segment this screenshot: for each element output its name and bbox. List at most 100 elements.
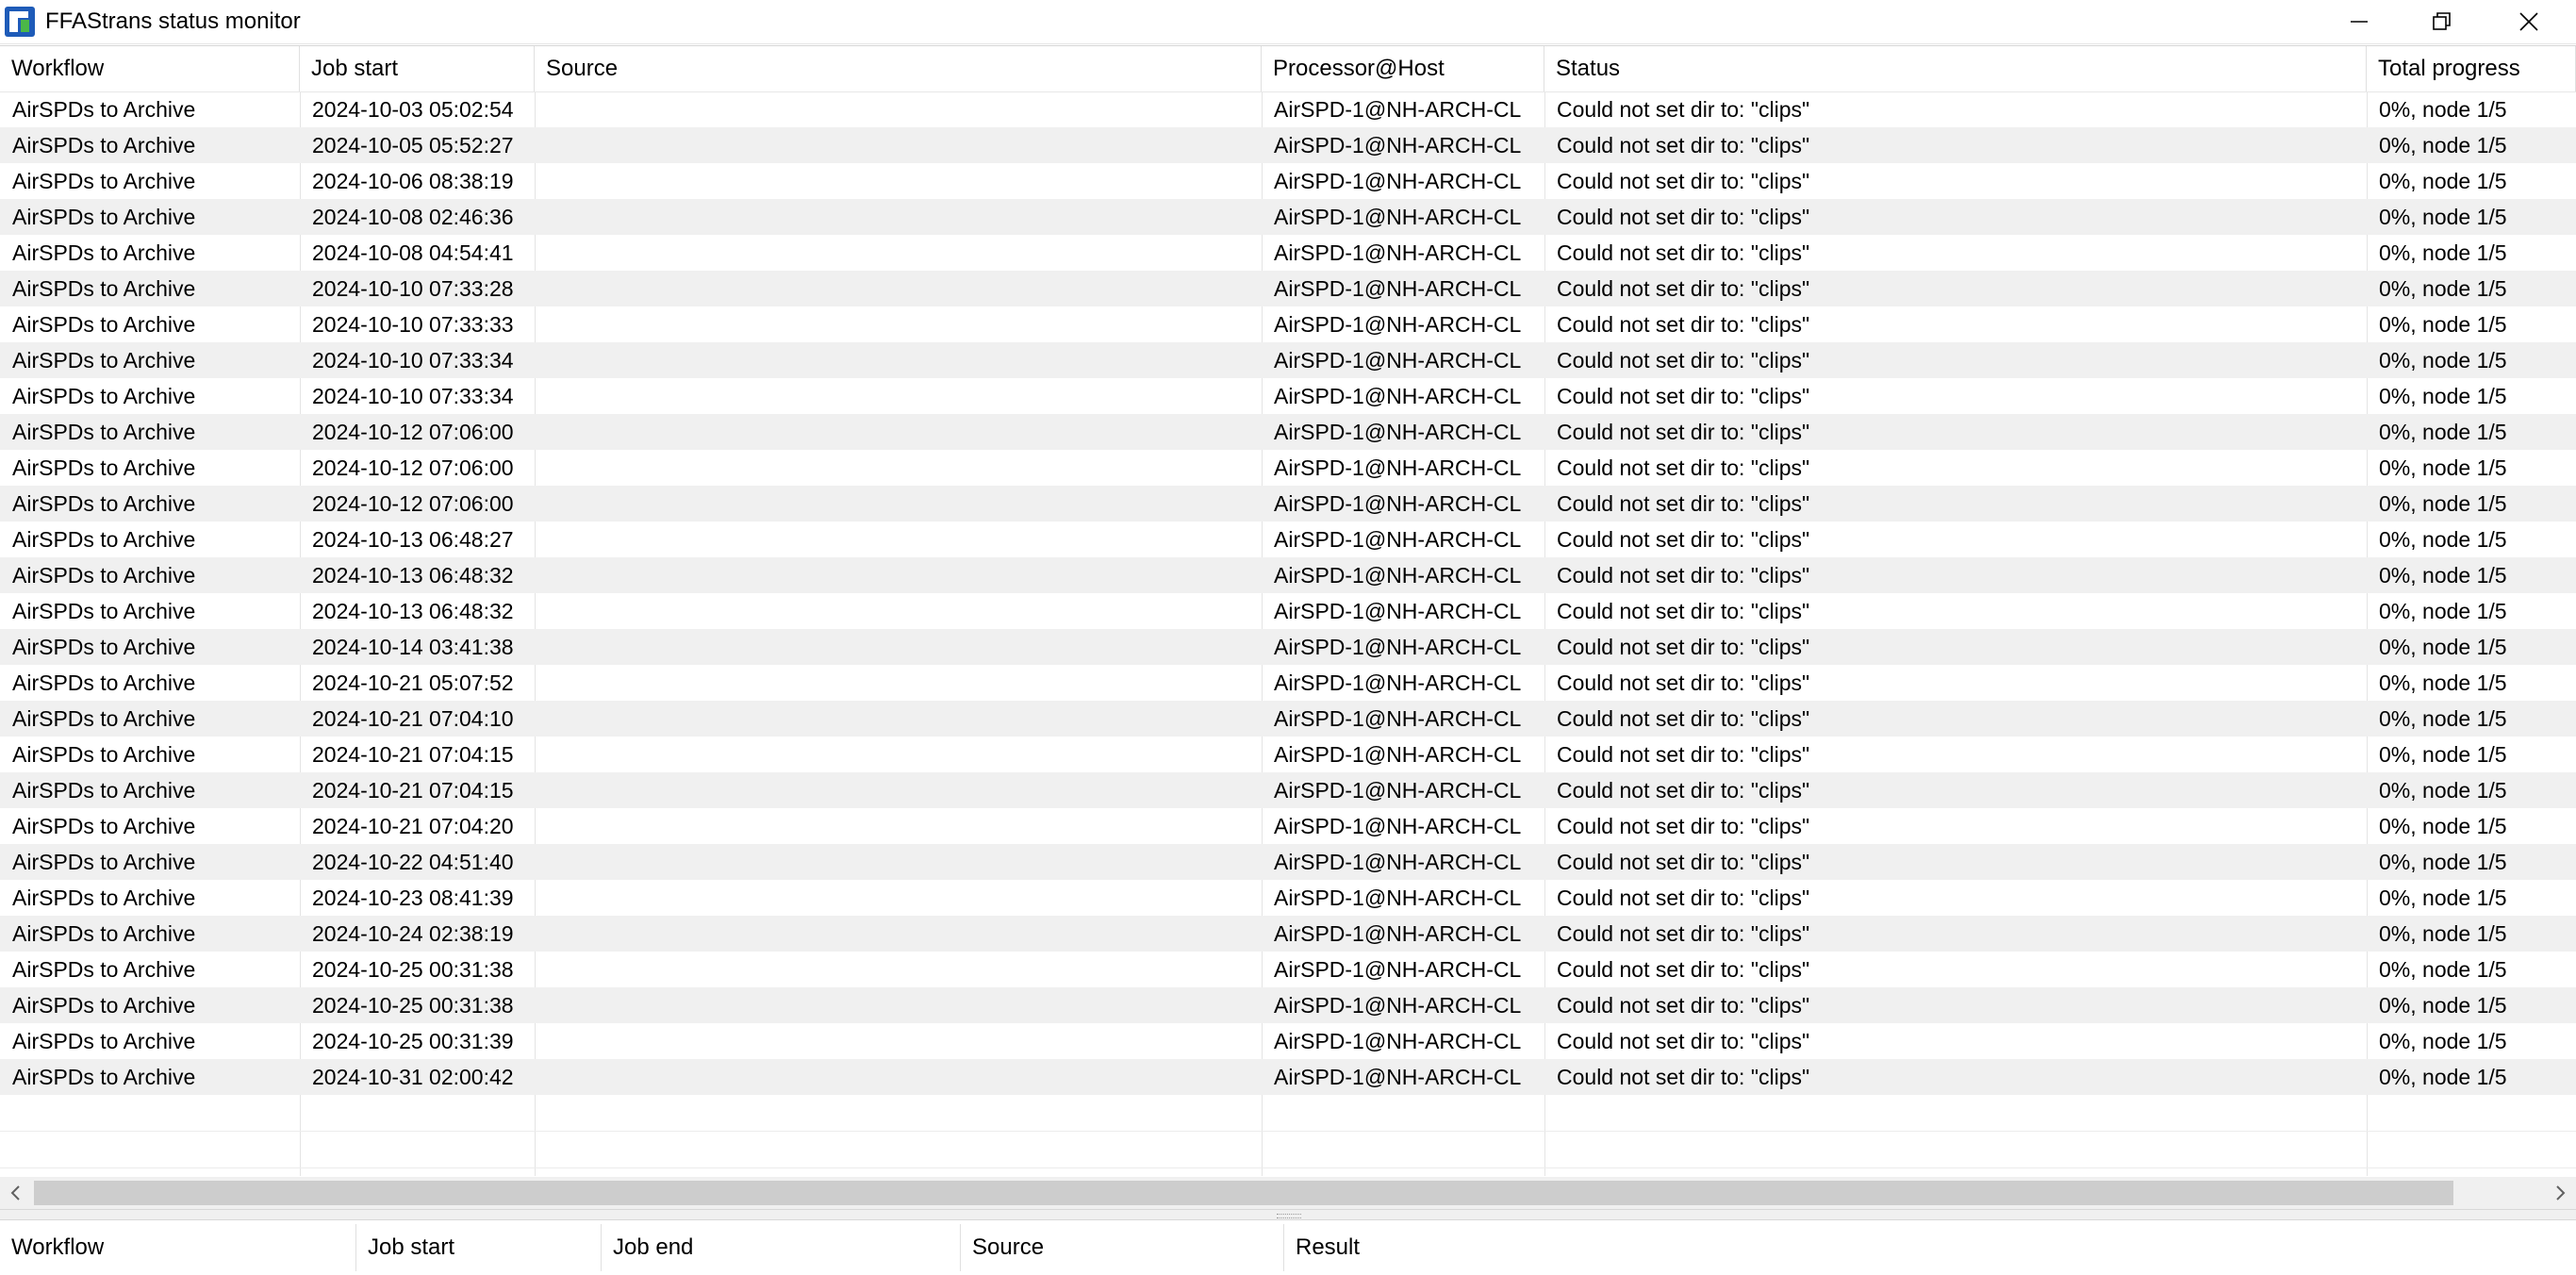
table-row[interactable]: AirSPDs to Archive 2024-10-22 04:51:40 Air… [0, 844, 2576, 880]
column-header-processor-host[interactable]: Processor@Host [1262, 46, 1544, 91]
table-row[interactable]: AirSPDs to Archive 2024-10-25 00:31:38 Air… [0, 952, 2576, 987]
splitter-grip[interactable] [1277, 1214, 1301, 1218]
cell-job-start: 2024-10-06 08:38:19 [312, 169, 514, 193]
table-row[interactable]: AirSPDs to Archive 2024-10-23 08:41:39 Air… [0, 880, 2576, 916]
table-row[interactable]: AirSPDs to Archive 2024-10-03 05:02:54 Air… [0, 91, 2576, 127]
cell-workflow: AirSPDs to Archive [12, 599, 196, 623]
cell-status: Could not set dir to: "clips" [1557, 133, 1810, 157]
cell-source [535, 737, 1262, 772]
table-row[interactable]: AirSPDs to Archive 2024-10-05 05:52:27 Air… [0, 127, 2576, 163]
history-header-result[interactable]: Result [1284, 1224, 2576, 1271]
cell-processor-host: AirSPD-1@NH-ARCH-CL [1274, 635, 1522, 659]
scroll-right-button[interactable] [2544, 1177, 2576, 1209]
cell-job-start: 2024-10-24 02:38:19 [312, 921, 514, 946]
history-header-job-start[interactable]: Job start [356, 1224, 602, 1271]
table-row[interactable]: AirSPDs to Archive 2024-10-12 07:06:00 Air… [0, 486, 2576, 522]
table-row[interactable]: AirSPDs to Archive 2024-10-13 06:48:32 Air… [0, 593, 2576, 629]
cell-workflow: AirSPDs to Archive [12, 169, 196, 193]
table-row[interactable]: AirSPDs to Archive 2024-10-21 07:04:10 Air… [0, 701, 2576, 737]
cell-source [535, 414, 1262, 450]
cell-status: Could not set dir to: "clips" [1557, 420, 1810, 444]
cell-workflow: AirSPDs to Archive [12, 814, 196, 838]
jobs-header-row: Workflow Job start Source Processor@Host… [0, 46, 2576, 92]
cell-status: Could not set dir to: "clips" [1557, 921, 1810, 946]
table-row[interactable]: AirSPDs to Archive 2024-10-14 03:41:38 Air… [0, 629, 2576, 665]
cell-total-progress: 0%, node 1/5 [2379, 635, 2507, 659]
close-button[interactable] [2485, 0, 2572, 43]
cell-workflow: AirSPDs to Archive [12, 348, 196, 373]
scrollbar-thumb[interactable] [34, 1181, 2453, 1205]
history-header-job-end[interactable]: Job end [602, 1224, 961, 1271]
column-header-job-start[interactable]: Job start [300, 46, 535, 91]
cell-processor-host: AirSPD-1@NH-ARCH-CL [1274, 563, 1522, 588]
scroll-left-button[interactable] [0, 1177, 32, 1209]
column-header-total-progress[interactable]: Total progress [2367, 46, 2576, 91]
table-row[interactable]: AirSPDs to Archive 2024-10-25 00:31:38 Air… [0, 987, 2576, 1023]
table-row[interactable]: AirSPDs to Archive 2024-10-12 07:06:00 Air… [0, 414, 2576, 450]
history-grid[interactable]: Workflow Job start Job end Source Result [0, 1220, 2576, 1275]
cell-workflow: AirSPDs to Archive [12, 706, 196, 731]
table-row[interactable]: AirSPDs to Archive 2024-10-21 07:04:20 Air… [0, 808, 2576, 844]
table-row[interactable]: AirSPDs to Archive 2024-10-25 00:31:39 Air… [0, 1023, 2576, 1059]
cell-status: Could not set dir to: "clips" [1557, 455, 1810, 480]
column-header-workflow[interactable]: Workflow [0, 46, 300, 91]
column-header-status[interactable]: Status [1544, 46, 2367, 91]
cell-total-progress: 0%, node 1/5 [2379, 491, 2507, 516]
cell-status: Could not set dir to: "clips" [1557, 850, 1810, 874]
table-row[interactable]: AirSPDs to Archive 2024-10-10 07:33:33 Air… [0, 306, 2576, 342]
cell-processor-host: AirSPD-1@NH-ARCH-CL [1274, 886, 1522, 910]
cell-job-start: 2024-10-10 07:33:34 [312, 384, 514, 408]
cell-total-progress: 0%, node 1/5 [2379, 1065, 2507, 1089]
table-row[interactable]: AirSPDs to Archive 2024-10-08 04:54:41 Air… [0, 235, 2576, 271]
table-row[interactable]: AirSPDs to Archive 2024-10-24 02:38:19 Air… [0, 916, 2576, 952]
table-row[interactable]: AirSPDs to Archive 2024-10-06 08:38:19 Air… [0, 163, 2576, 199]
table-row[interactable]: AirSPDs to Archive 2024-10-08 02:46:36 Air… [0, 199, 2576, 235]
table-row[interactable]: AirSPDs to Archive 2024-10-21 07:04:15 Air… [0, 737, 2576, 772]
history-header-source[interactable]: Source [961, 1224, 1284, 1271]
cell-processor-host: AirSPD-1@NH-ARCH-CL [1274, 240, 1522, 265]
table-row[interactable]: AirSPDs to Archive 2024-10-10 07:33:34 Air… [0, 342, 2576, 378]
cell-job-start: 2024-10-12 07:06:00 [312, 420, 514, 444]
cell-total-progress: 0%, node 1/5 [2379, 205, 2507, 229]
restore-icon [2433, 12, 2451, 30]
column-header-source[interactable]: Source [535, 46, 1262, 91]
minimize-icon [2351, 21, 2368, 23]
restore-button[interactable] [2399, 0, 2485, 43]
cell-total-progress: 0%, node 1/5 [2379, 671, 2507, 695]
cell-status: Could not set dir to: "clips" [1557, 97, 1810, 122]
cell-source [535, 163, 1262, 199]
cell-processor-host: AirSPD-1@NH-ARCH-CL [1274, 957, 1522, 982]
cell-status: Could not set dir to: "clips" [1557, 1065, 1810, 1089]
cell-workflow: AirSPDs to Archive [12, 276, 196, 301]
cell-status: Could not set dir to: "clips" [1557, 384, 1810, 408]
cell-workflow: AirSPDs to Archive [12, 384, 196, 408]
history-header-workflow[interactable]: Workflow [0, 1224, 356, 1271]
cell-source [535, 1059, 1262, 1095]
cell-total-progress: 0%, node 1/5 [2379, 921, 2507, 946]
table-row[interactable]: AirSPDs to Archive 2024-10-12 07:06:00 Air… [0, 450, 2576, 486]
cell-job-start: 2024-10-03 05:02:54 [312, 97, 514, 122]
cell-total-progress: 0%, node 1/5 [2379, 348, 2507, 373]
table-row[interactable]: AirSPDs to Archive 2024-10-13 06:48:32 Air… [0, 557, 2576, 593]
cell-workflow: AirSPDs to Archive [12, 455, 196, 480]
cell-total-progress: 0%, node 1/5 [2379, 599, 2507, 623]
cell-processor-host: AirSPD-1@NH-ARCH-CL [1274, 420, 1522, 444]
cell-processor-host: AirSPD-1@NH-ARCH-CL [1274, 97, 1522, 122]
minimize-button[interactable] [2316, 0, 2403, 43]
cell-total-progress: 0%, node 1/5 [2379, 455, 2507, 480]
table-row[interactable]: AirSPDs to Archive 2024-10-10 07:33:34 Air… [0, 378, 2576, 414]
table-row[interactable]: AirSPDs to Archive 2024-10-10 07:33:28 Air… [0, 271, 2576, 306]
cell-status: Could not set dir to: "clips" [1557, 240, 1810, 265]
cell-job-start: 2024-10-13 06:48:32 [312, 599, 514, 623]
table-row[interactable]: AirSPDs to Archive 2024-10-13 06:48:27 Air… [0, 522, 2576, 557]
cell-processor-host: AirSPD-1@NH-ARCH-CL [1274, 491, 1522, 516]
pane-splitter[interactable] [0, 1209, 2576, 1220]
active-jobs-grid[interactable]: Workflow Job start Source Processor@Host… [0, 45, 2576, 1178]
horizontal-scrollbar[interactable] [0, 1177, 2576, 1209]
table-row[interactable]: AirSPDs to Archive 2024-10-31 02:00:42 Air… [0, 1059, 2576, 1095]
table-row[interactable]: AirSPDs to Archive 2024-10-21 05:07:52 Air… [0, 665, 2576, 701]
title-bar[interactable]: FFAStrans status monitor [0, 0, 2576, 44]
table-row[interactable]: AirSPDs to Archive 2024-10-21 07:04:15 Air… [0, 772, 2576, 808]
cell-source [535, 342, 1262, 378]
cell-processor-host: AirSPD-1@NH-ARCH-CL [1274, 706, 1522, 731]
